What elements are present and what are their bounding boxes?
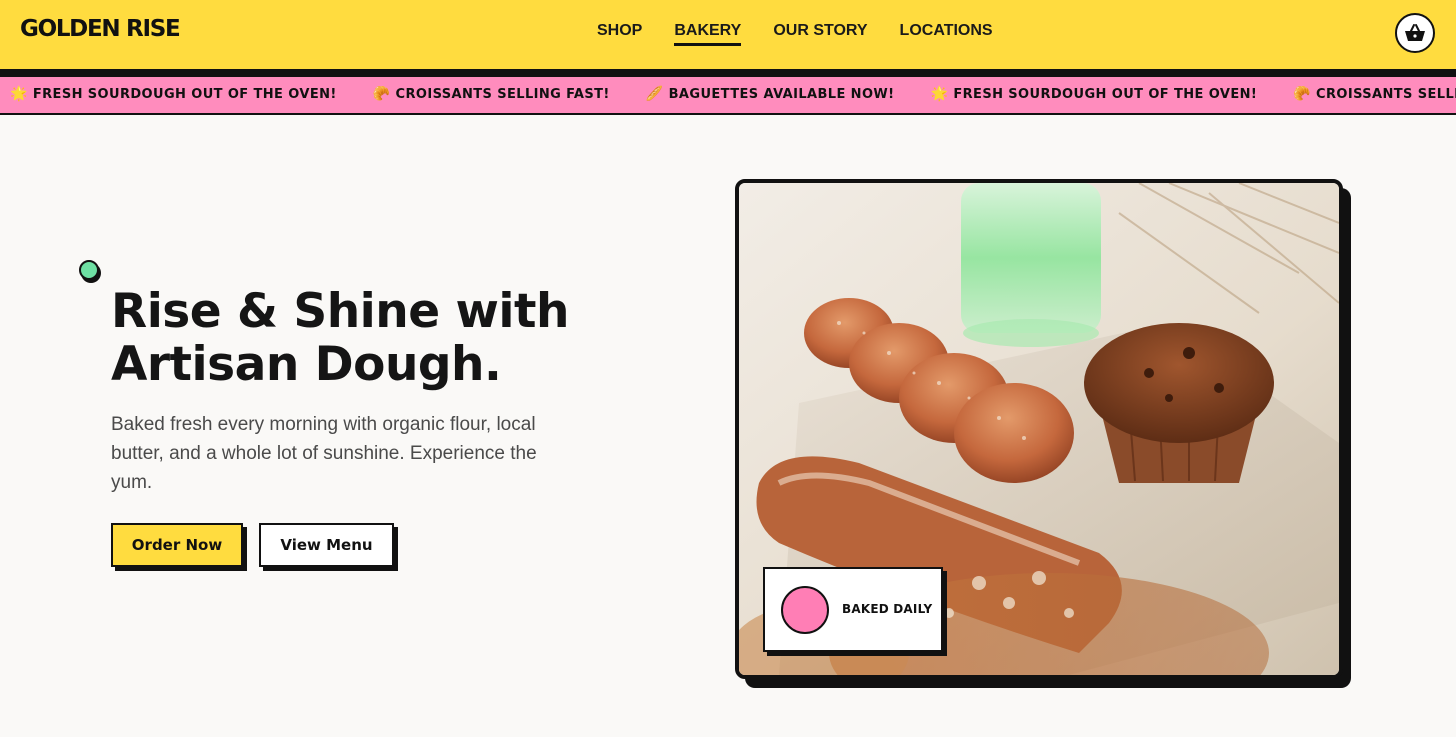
header-divider	[0, 69, 1456, 77]
nav-item-bakery[interactable]: BAKERY	[674, 22, 742, 46]
nav-item-shop[interactable]: SHOP	[597, 22, 642, 46]
badge-dot	[781, 586, 829, 634]
ticker-item: 🥐CROISSANTS SELLING FAST!	[1293, 86, 1456, 102]
star-icon: 🌟	[930, 86, 949, 102]
croissant-icon: 🥐	[372, 86, 391, 102]
ticker-item: 🌟 FRESH SOURDOUGH OUT OF THE OVEN!	[930, 86, 1258, 102]
ticker-item: 🌟 FRESH SOURDOUGH OUT OF THE OVEN!	[10, 86, 337, 102]
decorative-dot	[79, 260, 99, 280]
hero-headline: Rise & Shine with Artisan Dough.	[111, 284, 569, 392]
view-menu-button[interactable]: View Menu	[259, 523, 394, 567]
cart-button[interactable]	[1395, 13, 1435, 53]
croissant-icon: 🥐	[1293, 86, 1312, 102]
nav-item-our-story[interactable]: OUR STORY	[773, 22, 867, 46]
site-header: GOLDEN RISE SHOP BAKERY OUR STORY LOCATI…	[0, 0, 1456, 69]
ticker-item: 🥐CROISSANTS SELLING FAST!	[372, 86, 610, 102]
ticker-item: 🥖 BAGUETTES AVAILABLE NOW!	[645, 86, 895, 102]
announcement-ticker: 🌟 FRESH SOURDOUGH OUT OF THE OVEN! 🥐 CROIS…	[0, 77, 1456, 115]
badge-label: BAKED DAILY	[842, 602, 933, 616]
star-icon: 🌟	[10, 86, 28, 102]
basket-icon	[1405, 24, 1425, 41]
baguette-icon: 🥖	[645, 86, 664, 102]
nav-item-locations[interactable]: LOCATIONS	[900, 22, 993, 46]
main-nav: SHOP BAKERY OUR STORY LOCATIONS	[597, 22, 993, 46]
order-now-button[interactable]: Order Now	[111, 523, 243, 567]
baked-daily-badge: BAKED DAILY	[763, 567, 943, 652]
hero-subcopy: Baked fresh every morning with organic f…	[111, 414, 537, 493]
brand-logo[interactable]: GOLDEN RISE	[20, 16, 181, 42]
